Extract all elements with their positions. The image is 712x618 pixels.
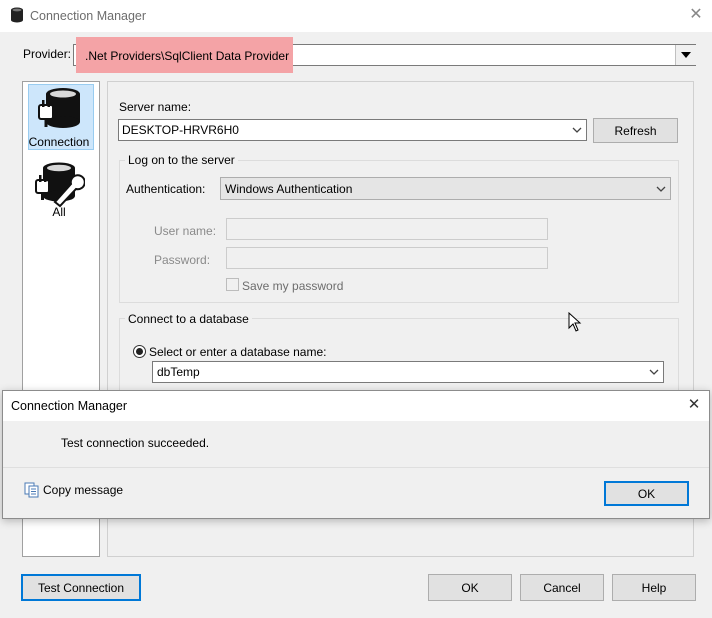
database-plug-icon <box>38 88 80 128</box>
window-title: Connection Manager <box>30 9 147 23</box>
cancel-button[interactable]: Cancel <box>520 574 604 601</box>
authentication-value: Windows Authentication <box>225 182 353 196</box>
database-legend: Connect to a database <box>125 312 252 326</box>
chevron-down-icon[interactable] <box>675 45 696 65</box>
password-label: Password: <box>154 253 211 267</box>
provider-value: .Net Providers\SqlClient Data Provider <box>85 49 290 63</box>
database-name-combo[interactable] <box>152 361 664 383</box>
message-divider <box>3 467 709 468</box>
database-radio-label[interactable]: Select or enter a database name: <box>149 345 326 359</box>
logon-legend: Log on to the server <box>125 153 238 167</box>
chevron-down-icon[interactable] <box>645 362 663 382</box>
save-password-checkbox[interactable] <box>226 278 239 291</box>
server-name-value[interactable]: DESKTOP-HRVR6H0 <box>122 123 239 137</box>
provider-label: Provider: <box>23 47 72 61</box>
database-name-value[interactable]: dbTemp <box>157 365 200 379</box>
nav-item-connection-label: Connection <box>28 135 90 149</box>
copy-message-link[interactable]: Copy message <box>43 483 123 497</box>
user-name-label: User name: <box>154 224 217 238</box>
password-field[interactable] <box>226 247 548 269</box>
database-wrench-icon[interactable] <box>35 160 85 208</box>
close-icon[interactable]: ✕ <box>684 4 708 28</box>
chevron-down-icon[interactable] <box>568 120 586 140</box>
test-connection-button[interactable]: Test Connection <box>21 574 141 601</box>
help-button[interactable]: Help <box>612 574 696 601</box>
message-dialog-title: Connection Manager <box>11 399 128 413</box>
database-icon <box>11 7 23 23</box>
ok-button[interactable]: OK <box>428 574 512 601</box>
server-name-label: Server name: <box>119 100 192 114</box>
refresh-button[interactable]: Refresh <box>593 118 678 143</box>
radio-dot-icon <box>136 348 143 355</box>
chevron-down-icon[interactable] <box>652 178 670 199</box>
copy-icon[interactable] <box>24 482 40 498</box>
close-icon[interactable]: ✕ <box>684 395 704 415</box>
authentication-label: Authentication: <box>126 182 206 196</box>
message-ok-button[interactable]: OK <box>604 481 689 506</box>
nav-item-all-label[interactable]: All <box>28 205 90 219</box>
save-password-label[interactable]: Save my password <box>242 279 343 293</box>
user-name-field[interactable] <box>226 218 548 240</box>
mouse-cursor-icon <box>568 312 582 332</box>
message-text: Test connection succeeded. <box>61 436 210 450</box>
